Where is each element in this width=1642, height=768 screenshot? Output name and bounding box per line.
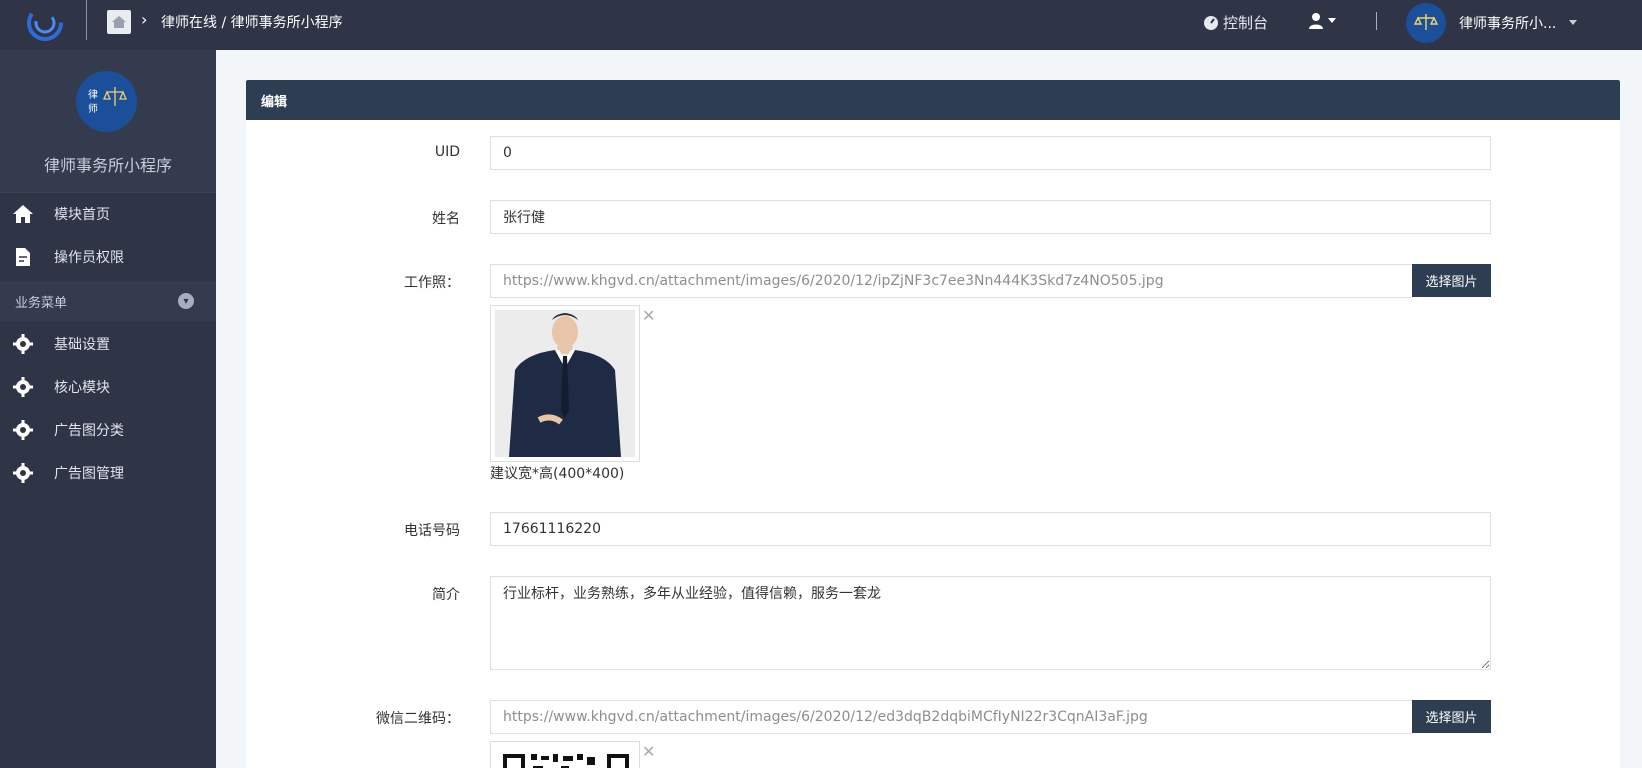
dashboard-link[interactable]: 控制台 <box>1203 12 1268 33</box>
name-field[interactable]: 张行健 <box>490 200 1491 234</box>
dashboard-label: 控制台 <box>1223 14 1269 32</box>
select-photo-button[interactable]: 选择图片 <box>1412 264 1491 297</box>
home-icon <box>12 203 34 225</box>
uid-field[interactable]: 0 <box>490 136 1491 170</box>
breadcrumb: 律师在线 / 律师事务所小程序 <box>161 15 343 31</box>
sidebar-item-ad-category[interactable]: 广告图分类 <box>0 409 216 451</box>
qr-code-image <box>503 754 629 768</box>
account-name: 律师事务所小... <box>1459 16 1557 32</box>
sidebar-item-label: 核心模块 <box>54 380 110 396</box>
select-qr-button[interactable]: 选择图片 <box>1412 700 1491 733</box>
avatar: 律 师 <box>76 71 137 132</box>
remove-photo-icon[interactable]: ✕ <box>642 306 655 325</box>
caret-down-icon <box>1328 18 1336 23</box>
top-divider <box>86 0 87 40</box>
avatar <box>1406 3 1446 43</box>
home-icon[interactable] <box>107 10 131 34</box>
panel-title: 编辑 <box>246 80 1620 120</box>
sidebar-section-business-menu[interactable]: 业务菜单 ▾ <box>0 281 216 321</box>
sidebar-item-label: 广告图分类 <box>54 423 124 439</box>
sidebar-item-operator-permissions[interactable]: 操作员权限 <box>0 236 216 278</box>
sidebar-item-ad-management[interactable]: 广告图管理 <box>0 452 216 494</box>
top-divider <box>1376 12 1377 30</box>
gear-icon <box>12 333 34 355</box>
wechat-qr-url-field[interactable]: https://www.khgvd.cn/attachment/images/6… <box>490 700 1413 734</box>
sidebar-item-module-home[interactable]: 模块首页 <box>0 193 216 235</box>
user-menu-button[interactable] <box>1308 12 1336 30</box>
sidebar-item-label: 广告图管理 <box>54 466 124 482</box>
chevron-right-icon: › <box>141 10 148 29</box>
name-label: 姓名 <box>432 211 460 227</box>
sidebar-item-core-module[interactable]: 核心模块 <box>0 366 216 408</box>
gear-icon <box>12 419 34 441</box>
work-photo-thumbnail[interactable] <box>490 305 640 462</box>
chevron-down-icon[interactable]: ▾ <box>178 293 194 309</box>
uid-label: UID <box>434 144 460 160</box>
work-photo-label: 工作照： <box>404 275 460 291</box>
account-menu[interactable]: 律师事务所小... <box>1406 3 1578 43</box>
sidebar-item-label: 基础设置 <box>54 337 110 353</box>
sidebar: 律 师 律师事务所小程序 模块首页 操作员权限 业务菜单 ▾ 基础设置 核心模块 <box>0 50 216 768</box>
intro-label: 简介 <box>432 587 460 603</box>
sidebar-app-name: 律师事务所小程序 <box>43 156 172 175</box>
sidebar-item-basic-settings[interactable]: 基础设置 <box>0 323 216 365</box>
svg-text:师: 师 <box>88 102 98 115</box>
photo-size-hint: 建议宽*高(400*400) <box>490 466 625 482</box>
intro-textarea[interactable]: 行业标杆，业务熟练，多年从业经验，值得信赖，服务一套龙 <box>490 576 1491 670</box>
phone-label: 电话号码 <box>404 523 460 539</box>
work-photo-url-field[interactable]: https://www.khgvd.cn/attachment/images/6… <box>490 264 1413 298</box>
svg-text:律: 律 <box>88 88 98 101</box>
wechat-qr-thumbnail[interactable] <box>490 741 640 768</box>
dashboard-gauge-icon <box>1204 15 1218 30</box>
gear-icon <box>12 462 34 484</box>
sidebar-section-label: 业务菜单 <box>15 295 68 311</box>
app-logo-icon[interactable] <box>24 2 66 44</box>
sidebar-profile: 律 师 律师事务所小程序 <box>0 50 216 193</box>
gear-icon <box>12 376 34 398</box>
top-navbar: › 律师在线 / 律师事务所小程序 控制台 律师事务所小... <box>0 0 1642 50</box>
user-icon <box>1309 13 1323 29</box>
wechat-qr-label: 微信二维码： <box>376 711 460 727</box>
phone-field[interactable]: 17661116220 <box>490 512 1491 546</box>
remove-qr-icon[interactable]: ✕ <box>642 742 655 761</box>
sidebar-item-label: 模块首页 <box>54 207 110 223</box>
document-edit-icon <box>12 246 34 268</box>
sidebar-item-label: 操作员权限 <box>54 250 124 266</box>
caret-down-icon <box>1569 20 1578 25</box>
work-photo-image <box>495 310 635 457</box>
